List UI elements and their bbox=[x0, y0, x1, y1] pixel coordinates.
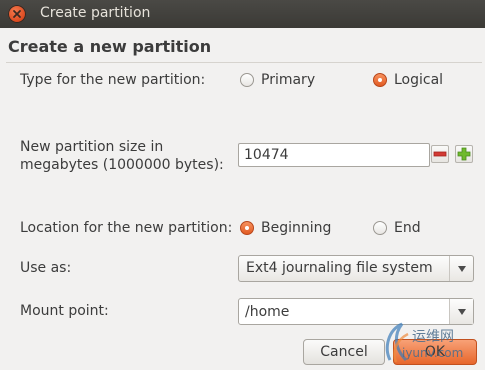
window-title: Create partition bbox=[40, 5, 151, 21]
size-label: New partition size in megabytes (1000000… bbox=[20, 138, 224, 174]
location-label: Location for the new partition: bbox=[20, 220, 233, 236]
radio-primary[interactable]: Primary bbox=[240, 72, 315, 88]
use-as-label: Use as: bbox=[20, 260, 72, 276]
radio-logical[interactable]: Logical bbox=[373, 72, 443, 88]
use-as-value: Ext4 journaling file system bbox=[246, 260, 433, 276]
chevron-down-icon bbox=[457, 308, 466, 315]
mount-point-combo[interactable] bbox=[238, 298, 474, 325]
close-button[interactable] bbox=[8, 5, 26, 23]
use-as-dropdown-toggle[interactable] bbox=[449, 256, 473, 281]
radio-beginning[interactable]: Beginning bbox=[240, 220, 331, 236]
radio-beginning-indicator[interactable] bbox=[240, 221, 254, 235]
plus-icon bbox=[457, 147, 471, 161]
radio-beginning-label: Beginning bbox=[261, 220, 332, 236]
radio-end-indicator[interactable] bbox=[373, 221, 387, 235]
radio-end[interactable]: End bbox=[373, 220, 421, 236]
size-label-line2: megabytes (1000000 bytes): bbox=[20, 157, 224, 173]
mount-point-dropdown-toggle[interactable] bbox=[449, 299, 473, 324]
chevron-down-icon bbox=[457, 265, 466, 272]
cancel-button[interactable]: Cancel bbox=[303, 339, 385, 365]
title-bar: Create partition bbox=[0, 0, 485, 28]
ok-button[interactable]: OK bbox=[393, 339, 477, 365]
radio-logical-label: Logical bbox=[394, 72, 444, 88]
radio-end-label: End bbox=[394, 220, 421, 236]
minus-icon bbox=[433, 151, 447, 157]
increase-size-button[interactable] bbox=[455, 145, 473, 163]
mount-point-label: Mount point: bbox=[20, 303, 109, 319]
partition-size-input[interactable] bbox=[238, 143, 430, 167]
radio-primary-indicator[interactable] bbox=[240, 73, 254, 87]
mount-point-input[interactable] bbox=[239, 299, 449, 324]
dialog-heading: Create a new partition bbox=[8, 37, 212, 56]
close-icon bbox=[13, 10, 21, 18]
radio-primary-label: Primary bbox=[261, 72, 316, 88]
type-label: Type for the new partition: bbox=[20, 72, 206, 88]
use-as-dropdown[interactable]: Ext4 journaling file system bbox=[238, 255, 474, 282]
size-label-line1: New partition size in bbox=[20, 139, 164, 155]
decrease-size-button[interactable] bbox=[431, 145, 449, 163]
radio-logical-indicator[interactable] bbox=[373, 73, 387, 87]
